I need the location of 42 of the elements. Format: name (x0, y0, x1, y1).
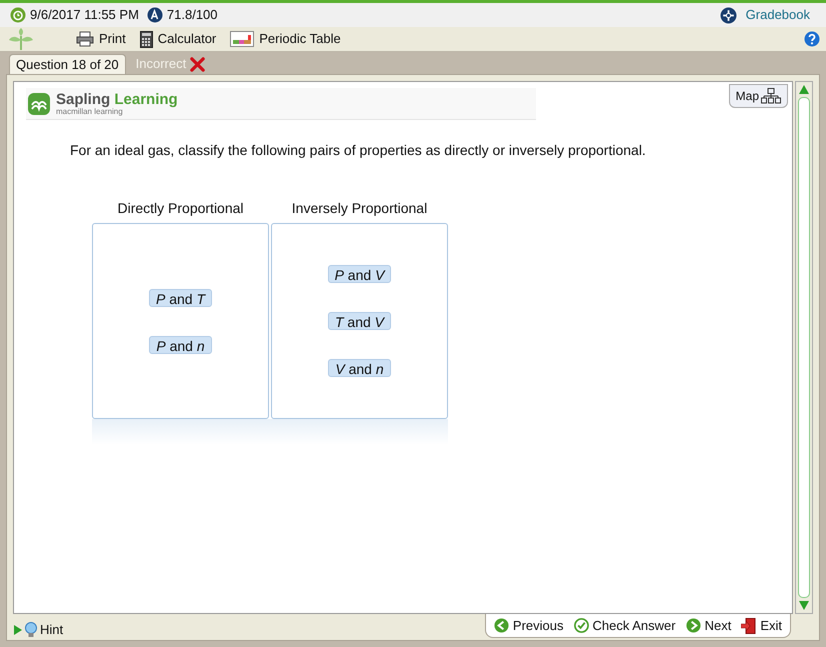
draggable-pair[interactable]: P and n (149, 336, 212, 354)
bin-heading: Inversely Proportional (292, 199, 428, 218)
score-text: 71.8/100 (166, 6, 218, 24)
calculator-icon (140, 30, 153, 48)
gradebook-icon[interactable] (720, 6, 737, 24)
logo-text: Sapling Learning (56, 92, 178, 106)
toolbar-button[interactable]: Periodic Table (230, 29, 341, 49)
nav-button[interactable]: Previous (494, 616, 564, 636)
nav-button[interactable]: Exit (741, 616, 782, 636)
draggable-pair[interactable]: P and T (148, 288, 212, 306)
hierarchy-icon (761, 88, 781, 104)
map-button[interactable]: Map (728, 84, 788, 108)
nav-button[interactable]: Next (686, 616, 732, 636)
draggable-pair[interactable]: T and V (328, 312, 392, 330)
logo-subtitle: macmillan learning (56, 108, 123, 116)
drop-zone[interactable]: P and V T and V V and n (271, 223, 448, 419)
exit-door-icon (741, 618, 756, 634)
periodic-table-icon (230, 31, 254, 47)
scrollbar-thumb[interactable] (798, 97, 810, 598)
printer-icon (76, 31, 94, 47)
up-arrow-icon[interactable] (799, 85, 809, 94)
due-date: 9/6/2017 11:55 PM (30, 6, 139, 24)
help-icon[interactable] (804, 31, 820, 47)
draggable-pair[interactable]: V and n (328, 359, 391, 377)
draggable-pair[interactable]: P and V (328, 265, 392, 283)
play-arrow-icon (14, 624, 22, 634)
alarm-clock-icon (10, 7, 26, 23)
light-bulb-icon (25, 622, 37, 638)
question-text: For an ideal gas, classify the following pairs of properties as directly or inversely proportional. (70, 141, 647, 160)
bin-heading: Directly Proportional (117, 199, 244, 218)
scrollbar[interactable] (795, 81, 813, 614)
down-arrow-icon[interactable] (799, 601, 809, 610)
toolbar-button[interactable]: Calculator (140, 29, 216, 49)
drop-zone[interactable]: P and T P and n (92, 223, 269, 419)
nav-button[interactable]: Check Answer (574, 616, 676, 636)
gradebook-link[interactable]: Gradebook (746, 5, 810, 25)
sprout-icon (8, 28, 34, 50)
check-icon (574, 618, 588, 633)
toolbar-button[interactable]: Print (76, 29, 126, 49)
question-tab[interactable]: Question 18 of 20 (9, 54, 126, 74)
grade-icon (146, 7, 163, 23)
hint-button[interactable]: Hint (13, 619, 64, 640)
